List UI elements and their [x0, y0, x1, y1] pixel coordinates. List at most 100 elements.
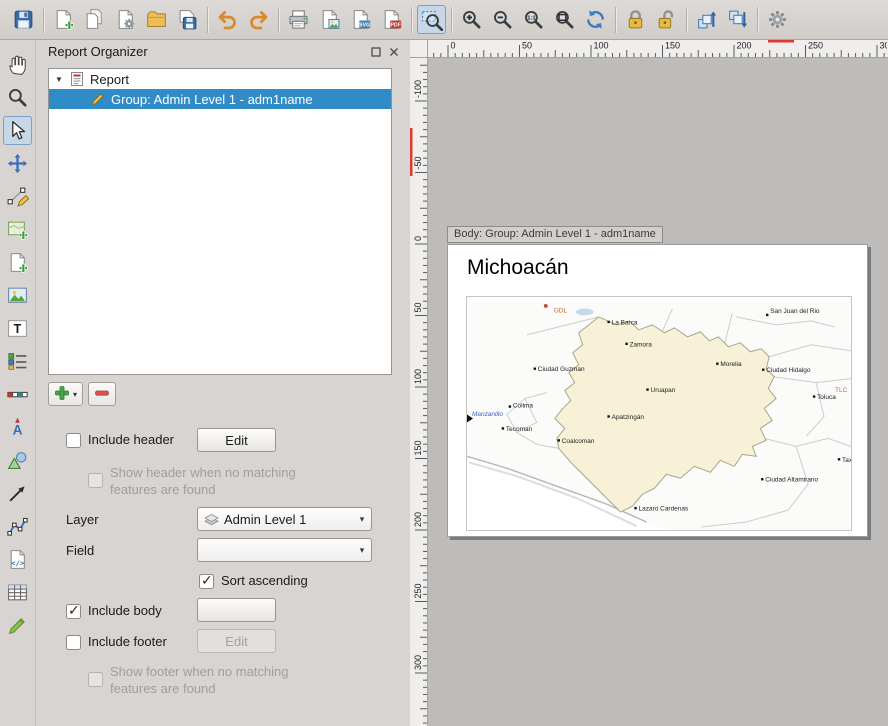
- svg-text:100: 100: [594, 41, 609, 51]
- scalebar-icon: [6, 383, 29, 406]
- float-panel-button[interactable]: [369, 45, 382, 58]
- chevron-down-icon: ▾: [73, 390, 77, 399]
- add-attribute-table-button[interactable]: [3, 578, 32, 607]
- panel-title: Report Organizer: [48, 44, 148, 59]
- remove-section-button[interactable]: [88, 382, 116, 406]
- svg-text:PDF: PDF: [390, 23, 400, 29]
- report-title-label[interactable]: Michoacán: [467, 256, 569, 280]
- report-icon: [69, 71, 85, 87]
- page-gear-icon: [114, 8, 137, 31]
- zoom-region-button[interactable]: [417, 5, 446, 34]
- redo-button[interactable]: [244, 5, 273, 34]
- edit-pencil-icon: [90, 91, 106, 107]
- toolbar-separator: [451, 7, 452, 33]
- body-edit-button[interactable]: [197, 598, 276, 622]
- add-html-frame-button[interactable]: </>: [3, 545, 32, 574]
- zoom-full-button[interactable]: [550, 5, 579, 34]
- print-button[interactable]: [284, 5, 313, 34]
- folder-icon: [145, 8, 168, 31]
- include-footer-label: Include footer: [88, 634, 167, 649]
- legend-icon: [6, 350, 29, 373]
- raise-items-button[interactable]: [692, 5, 721, 34]
- sort-ascending-checkbox[interactable]: [199, 574, 214, 589]
- svg-text:100: 100: [413, 369, 423, 384]
- add-items-from-template-button[interactable]: [142, 5, 171, 34]
- layout-view: 050100150200250300 -100-5005010015020025…: [410, 40, 888, 726]
- add-shape-button[interactable]: [3, 446, 32, 475]
- add-map-button[interactable]: [3, 215, 32, 244]
- add-scalebar-button[interactable]: [3, 380, 32, 409]
- add-north-arrow-button[interactable]: A: [3, 413, 32, 442]
- map-item[interactable]: GDLLa BarcaZamoraCiudad GuzmanMoreliaCiu…: [466, 296, 852, 531]
- svg-text:50: 50: [522, 41, 532, 51]
- select-move-item-tool-button[interactable]: [3, 116, 32, 145]
- svg-text:Ciudad Guzman: Ciudad Guzman: [538, 366, 585, 373]
- lock-items-button[interactable]: [621, 5, 650, 34]
- add-image-button[interactable]: [3, 281, 32, 310]
- field-combo[interactable]: ▾: [197, 538, 372, 562]
- zoom-out-button[interactable]: [488, 5, 517, 34]
- header-edit-button[interactable]: Edit: [197, 428, 276, 452]
- add-node-item-button[interactable]: [3, 512, 32, 541]
- pan-tool-button[interactable]: [3, 50, 32, 79]
- svg-text:Ciudad Altamirano: Ciudad Altamirano: [765, 477, 818, 484]
- svg-text:Tecoman: Tecoman: [506, 426, 533, 433]
- footer-edit-button: Edit: [197, 629, 276, 653]
- minus-icon: [94, 385, 110, 404]
- svg-text:T: T: [14, 322, 22, 336]
- show-header-label: Show header when no matching features ar…: [110, 464, 315, 498]
- svg-text:Zamora: Zamora: [630, 341, 653, 348]
- close-panel-button[interactable]: [387, 45, 400, 58]
- shape-icon: [6, 449, 29, 472]
- edit-nodes-tool-button[interactable]: [3, 182, 32, 211]
- arrow-icon: [6, 482, 29, 505]
- save-as-template-button[interactable]: [173, 5, 202, 34]
- layer-combo[interactable]: Admin Level 1 ▾: [197, 507, 372, 531]
- add-picture-button[interactable]: [3, 248, 32, 277]
- field-label: Field: [66, 543, 94, 558]
- html-icon: </>: [6, 548, 29, 571]
- toolbar-separator: [411, 7, 412, 33]
- tree-item-report[interactable]: ▼ Report: [49, 69, 391, 89]
- toolbar-separator: [615, 7, 616, 33]
- export-as-pdf-button[interactable]: PDF: [377, 5, 406, 34]
- settings-button[interactable]: [763, 5, 792, 34]
- zoom-tool-button[interactable]: [3, 83, 32, 112]
- tree-item-group[interactable]: Group: Admin Level 1 - adm1name: [49, 89, 391, 109]
- export-as-svg-button[interactable]: SVG: [346, 5, 375, 34]
- zoom-actual-button[interactable]: 1:1: [519, 5, 548, 34]
- include-body-checkbox[interactable]: [66, 604, 81, 619]
- include-header-label: Include header: [88, 432, 174, 447]
- polyline-icon: [6, 515, 29, 538]
- edit-item-button[interactable]: [3, 611, 32, 640]
- include-header-checkbox[interactable]: [66, 433, 81, 448]
- export-as-image-button[interactable]: [315, 5, 344, 34]
- include-footer-checkbox[interactable]: [66, 635, 81, 650]
- layout-canvas[interactable]: Body: Group: Admin Level 1 - adm1name Mi…: [428, 58, 888, 726]
- add-label-button[interactable]: T: [3, 314, 32, 343]
- unlock-all-button[interactable]: [652, 5, 681, 34]
- svg-text:250: 250: [808, 41, 823, 51]
- add-arrow-button[interactable]: [3, 479, 32, 508]
- add-section-button[interactable]: ▾: [48, 382, 83, 406]
- refresh-view-button[interactable]: [581, 5, 610, 34]
- tree-expander-icon[interactable]: ▼: [55, 75, 69, 84]
- move-item-content-tool-button[interactable]: [3, 149, 32, 178]
- raise-icon: [695, 8, 718, 31]
- lower-items-button[interactable]: [723, 5, 752, 34]
- duplicate-layout-button[interactable]: [80, 5, 109, 34]
- svg-text:0: 0: [451, 41, 456, 51]
- add-map-icon: [6, 218, 29, 241]
- zoom-in-button[interactable]: [457, 5, 486, 34]
- svg-text:Morelia: Morelia: [720, 361, 742, 368]
- svg-text:Uruapan: Uruapan: [651, 387, 676, 394]
- toolbar-separator: [207, 7, 208, 33]
- layout-manager-button[interactable]: [111, 5, 140, 34]
- save-project-button[interactable]: [9, 5, 38, 34]
- undo-button[interactable]: [213, 5, 242, 34]
- add-legend-button[interactable]: [3, 347, 32, 376]
- report-tree: ▼ Report Group: Admin Level 1 - adm1name: [48, 68, 392, 375]
- chevron-down-icon: ▾: [353, 508, 371, 530]
- new-layout-button[interactable]: [49, 5, 78, 34]
- gear-icon: [766, 8, 789, 31]
